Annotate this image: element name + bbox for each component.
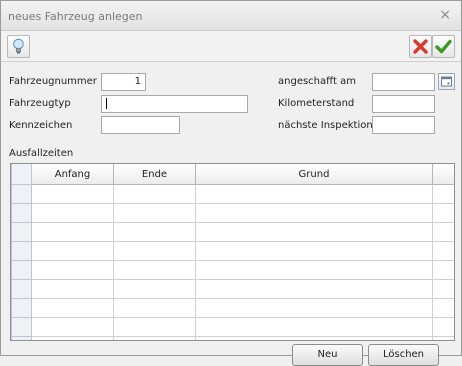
start-cell[interactable] <box>31 279 114 299</box>
downtimes-table[interactable]: Anfang Ende Grund <box>10 163 455 341</box>
dialog-window: neues Fahrzeug anlegen × Fahrzeugnummer … <box>0 0 462 366</box>
hint-button[interactable] <box>7 35 30 58</box>
end-cell[interactable] <box>113 336 196 340</box>
column-header-start[interactable]: Anfang <box>31 164 114 185</box>
reason-cell[interactable] <box>195 279 433 299</box>
vehicle-type-label: Fahrzeugtyp <box>9 98 71 109</box>
end-cell[interactable] <box>113 317 196 337</box>
end-cell[interactable] <box>113 203 196 223</box>
table-header-row: Anfang Ende Grund <box>11 164 454 185</box>
row-indicator[interactable] <box>11 222 32 242</box>
row-indicator[interactable] <box>11 298 32 318</box>
confirm-button[interactable] <box>432 35 455 58</box>
column-header-end[interactable]: Ende <box>113 164 196 185</box>
start-cell[interactable] <box>31 317 114 337</box>
reason-cell[interactable] <box>195 336 433 340</box>
start-cell[interactable] <box>31 336 114 340</box>
vehicle-type-field[interactable] <box>101 95 248 113</box>
end-cell[interactable] <box>113 222 196 242</box>
title-bar[interactable]: neues Fahrzeug anlegen × <box>1 1 461 31</box>
column-header-reason[interactable]: Grund <box>195 164 433 185</box>
row-indicator[interactable] <box>11 184 32 204</box>
table-row[interactable] <box>11 203 454 223</box>
acquired-date-field[interactable] <box>372 73 435 91</box>
start-cell[interactable] <box>31 184 114 204</box>
end-cell[interactable] <box>113 279 196 299</box>
row-indicator[interactable] <box>11 260 32 280</box>
red-x-icon <box>413 39 428 54</box>
start-cell[interactable] <box>31 203 114 223</box>
vehicle-number-label: Fahrzeugnummer <box>9 76 97 87</box>
delete-button[interactable]: Löschen <box>368 344 439 366</box>
filler-cell <box>432 203 454 223</box>
downtimes-label: Ausfallzeiten <box>9 148 74 159</box>
next-inspection-label: nächste Inspektion <box>278 120 373 131</box>
reason-cell[interactable] <box>195 260 433 280</box>
end-cell[interactable] <box>113 184 196 204</box>
lightbulb-icon <box>13 38 24 54</box>
end-cell[interactable] <box>113 260 196 280</box>
row-indicator[interactable] <box>11 279 32 299</box>
table-row[interactable] <box>11 222 454 242</box>
new-button[interactable]: Neu <box>292 344 363 366</box>
window-title: neues Fahrzeug anlegen <box>8 10 143 23</box>
table-row[interactable] <box>11 241 454 261</box>
reason-cell[interactable] <box>195 317 433 337</box>
row-indicator[interactable] <box>11 317 32 337</box>
filler-cell <box>432 184 454 204</box>
column-header-filler <box>432 164 454 185</box>
acquired-date-label: angeschafft am <box>278 76 356 87</box>
reason-cell[interactable] <box>195 241 433 261</box>
close-icon[interactable]: × <box>439 7 451 23</box>
table-row[interactable] <box>11 279 454 299</box>
filler-cell <box>432 222 454 242</box>
text-cursor <box>106 97 107 109</box>
row-indicator-header <box>11 164 32 185</box>
cancel-button[interactable] <box>409 35 432 58</box>
start-cell[interactable] <box>31 298 114 318</box>
filler-cell <box>432 241 454 261</box>
filler-cell <box>432 279 454 299</box>
start-cell[interactable] <box>31 222 114 242</box>
row-indicator[interactable] <box>11 336 32 340</box>
license-plate-field[interactable] <box>101 116 180 134</box>
vehicle-number-field[interactable]: 1 <box>101 73 146 91</box>
next-inspection-field[interactable] <box>372 116 435 134</box>
row-indicator[interactable] <box>11 241 32 261</box>
filler-cell <box>432 260 454 280</box>
calendar-button[interactable] <box>438 73 455 90</box>
table-row[interactable] <box>11 260 454 280</box>
toolbar <box>1 31 461 62</box>
license-plate-label: Kennzeichen <box>9 120 73 131</box>
mileage-label: Kilometerstand <box>278 98 355 109</box>
start-cell[interactable] <box>31 241 114 261</box>
calendar-icon <box>441 76 452 87</box>
reason-cell[interactable] <box>195 298 433 318</box>
green-check-icon <box>435 39 452 54</box>
reason-cell[interactable] <box>195 203 433 223</box>
mileage-field[interactable] <box>372 95 435 113</box>
reason-cell[interactable] <box>195 222 433 242</box>
table-row[interactable] <box>11 184 454 204</box>
row-indicator[interactable] <box>11 203 32 223</box>
filler-cell <box>432 298 454 318</box>
start-cell[interactable] <box>31 260 114 280</box>
end-cell[interactable] <box>113 241 196 261</box>
filler-cell <box>432 336 454 340</box>
filler-cell <box>432 317 454 337</box>
reason-cell[interactable] <box>195 184 433 204</box>
end-cell[interactable] <box>113 298 196 318</box>
table-row[interactable] <box>11 336 454 340</box>
table-row[interactable] <box>11 317 454 337</box>
table-row[interactable] <box>11 298 454 318</box>
